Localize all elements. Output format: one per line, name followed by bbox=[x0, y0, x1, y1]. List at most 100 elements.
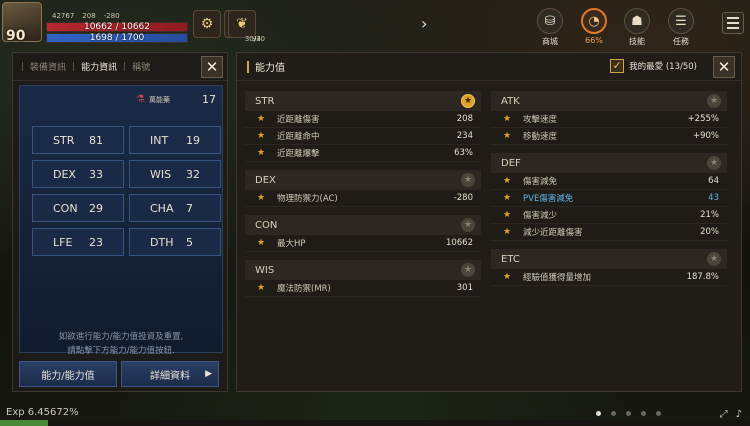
gear-icon[interactable]: ⚙ bbox=[193, 10, 221, 38]
elixir-count: 17 bbox=[202, 93, 216, 106]
player-level: 90 bbox=[6, 28, 26, 44]
tab-title[interactable]: 稱號 bbox=[132, 60, 150, 73]
stat-row-value: 301 bbox=[456, 283, 473, 293]
star-icon[interactable]: ★ bbox=[707, 156, 721, 170]
star-icon[interactable]: ★ bbox=[461, 218, 475, 232]
item-slot-count: 30/30 bbox=[244, 35, 265, 43]
page-dot[interactable] bbox=[641, 411, 646, 416]
page-dot[interactable] bbox=[626, 411, 631, 416]
stat-row[interactable]: ★ 傷害減免 64 bbox=[491, 173, 727, 190]
star-icon[interactable]: ★ bbox=[707, 94, 721, 108]
stat-group-dex: DEX ★ ★ 物理防禦力(AC) -280 bbox=[245, 170, 481, 207]
tab-ability[interactable]: 能力資訊 bbox=[81, 60, 117, 73]
stat-str: STR 81 bbox=[32, 126, 124, 154]
stat-row-label: 攻擊速度 bbox=[523, 115, 558, 125]
stat-row-label: 近距離爆擊 bbox=[277, 149, 320, 159]
stat-row-label: 傷害減免 bbox=[523, 177, 558, 187]
favorites-toggle[interactable]: ✓ 我的最愛 (13/50) bbox=[610, 59, 697, 73]
page-dot-active[interactable] bbox=[596, 411, 601, 416]
favorite-star-icon[interactable]: ★ bbox=[257, 148, 277, 158]
sound-icon[interactable]: ♪ bbox=[736, 409, 742, 420]
favorite-star-icon[interactable]: ★ bbox=[257, 238, 277, 248]
stat-group-wis: WIS ★ ★ 魔法防禦(MR) 301 bbox=[245, 260, 481, 297]
stat-row[interactable]: ★ 移動速度 +90% bbox=[491, 128, 727, 145]
play-arrow-icon: ▶ bbox=[205, 369, 212, 379]
favorite-star-icon[interactable]: ★ bbox=[503, 193, 523, 203]
favorite-star-icon[interactable]: ★ bbox=[503, 176, 523, 186]
favorite-star-icon[interactable]: ★ bbox=[503, 227, 523, 237]
item-slot[interactable]: ❦ 30/30 bbox=[228, 10, 265, 43]
menu-quest[interactable]: ☰ 任務 bbox=[661, 8, 701, 47]
ability-column-right: ATK ★ ★ 攻擊速度 +255% ★ 移動速度 +90% DEF ★ ★ 傷害減免 64 ★ PVE傷害… bbox=[491, 91, 727, 294]
menu-shop-label: 商城 bbox=[542, 37, 558, 46]
stat-row[interactable]: ★ 減少近距離傷害 20% bbox=[491, 224, 727, 241]
stat-group-atk: ATK ★ ★ 攻擊速度 +255% ★ 移動速度 +90% bbox=[491, 91, 727, 145]
stat-row[interactable]: ★ 近距離命中 234 bbox=[245, 128, 481, 145]
stat-group-header: ETC ★ bbox=[491, 249, 727, 269]
close-right-panel-button[interactable]: ✕ bbox=[713, 56, 735, 78]
ability-button[interactable]: 能力/能力值 bbox=[19, 361, 117, 387]
stat-group-name: ETC bbox=[501, 253, 520, 265]
skill-icon: ☗ bbox=[624, 8, 650, 34]
stat-row[interactable]: ★ 經驗值獲得量增加 187.8% bbox=[491, 269, 727, 286]
star-icon[interactable]: ★ bbox=[461, 263, 475, 277]
stat-int: INT 19 bbox=[129, 126, 221, 154]
quest-scroll-icon: ☰ bbox=[668, 8, 694, 34]
hud-stat-a: 42767 bbox=[52, 12, 75, 20]
stat-group-name: DEX bbox=[255, 174, 276, 186]
favorite-star-icon[interactable]: ★ bbox=[503, 131, 523, 141]
close-left-panel-button[interactable]: ✕ bbox=[201, 56, 223, 78]
favorite-star-icon[interactable]: ★ bbox=[257, 193, 277, 203]
tab-equipment[interactable]: 裝備資訊 bbox=[30, 60, 66, 73]
favorite-star-icon[interactable]: ★ bbox=[503, 210, 523, 220]
hp-text: 10662 / 10662 bbox=[83, 22, 150, 32]
stat-row-value: +255% bbox=[687, 114, 719, 124]
stat-row-value: 10662 bbox=[445, 238, 473, 248]
favorite-star-icon[interactable]: ★ bbox=[257, 131, 277, 141]
hud-stats: 42767 208 -280 bbox=[52, 12, 120, 20]
stat-row[interactable]: ★ 最大HP 10662 bbox=[245, 235, 481, 252]
stat-row-label: 魔法防禦(MR) bbox=[277, 284, 331, 294]
menu-quest-label: 任務 bbox=[673, 37, 689, 46]
stat-row[interactable]: ★ 傷害減少 21% bbox=[491, 207, 727, 224]
hamburger-menu-button[interactable] bbox=[722, 12, 744, 34]
stat-row[interactable]: ★ 物理防禦力(AC) -280 bbox=[245, 190, 481, 207]
page-dot[interactable] bbox=[611, 411, 616, 416]
star-icon[interactable]: ★ bbox=[461, 94, 475, 108]
detail-button[interactable]: 詳細資料 ▶ bbox=[121, 361, 219, 387]
menu-shop[interactable]: ⛁ 商城 bbox=[530, 8, 570, 47]
stat-wis: WIS 32 bbox=[129, 160, 221, 188]
stat-row-label: PVE傷害減免 bbox=[523, 194, 574, 204]
stat-row[interactable]: ★ PVE傷害減免 43 bbox=[491, 190, 727, 207]
ability-column-left: STR ★ ★ 近距離傷害 208 ★ 近距離命中 234 ★ 近距離爆擊 63% DEX ★ ★ 物理防禦… bbox=[245, 91, 481, 305]
page-dot[interactable] bbox=[656, 411, 661, 416]
chevron-right-icon[interactable]: › bbox=[421, 14, 427, 33]
ability-values-panel: 能力值 ✓ 我的最愛 (13/50) ✕ STR ★ ★ 近距離傷害 208 ★ 近距離命中… bbox=[236, 52, 742, 392]
checkmark-icon: ✓ bbox=[610, 59, 625, 73]
favorite-star-icon[interactable]: ★ bbox=[257, 283, 277, 293]
favorite-star-icon[interactable]: ★ bbox=[257, 114, 277, 124]
stat-group-etc: ETC ★ ★ 經驗值獲得量增加 187.8% bbox=[491, 249, 727, 286]
stat-grid: STR 81 INT 19 DEX 33 WIS 32 CON 29 CHA 7 LFE 23… bbox=[32, 126, 221, 256]
ability-panel-title: 能力值 bbox=[255, 63, 285, 74]
menu-gauge[interactable]: ◔ 66% bbox=[574, 8, 614, 45]
stat-row-value: 43 bbox=[708, 193, 719, 203]
stat-row[interactable]: ★ 魔法防禦(MR) 301 bbox=[245, 280, 481, 297]
star-icon[interactable]: ★ bbox=[707, 252, 721, 266]
stat-row[interactable]: ★ 近距離傷害 208 bbox=[245, 111, 481, 128]
menu-gauge-label: 66% bbox=[585, 36, 603, 45]
stat-row[interactable]: ★ 攻擊速度 +255% bbox=[491, 111, 727, 128]
menu-skill[interactable]: ☗ 技能 bbox=[617, 8, 657, 47]
favorite-star-icon[interactable]: ★ bbox=[503, 272, 523, 282]
exp-label: Exp 6.45672% bbox=[6, 407, 79, 418]
stat-row[interactable]: ★ 近距離爆擊 63% bbox=[245, 145, 481, 162]
expand-icon[interactable]: ⤢ bbox=[720, 409, 728, 420]
stat-group-header: CON ★ bbox=[245, 215, 481, 235]
star-icon[interactable]: ★ bbox=[461, 173, 475, 187]
favorites-label: 我的最愛 (13/50) bbox=[629, 62, 697, 72]
stat-row-value: 20% bbox=[700, 227, 719, 237]
elixir-counter: ⚗ 萬能藥 17 bbox=[136, 93, 216, 106]
favorite-star-icon[interactable]: ★ bbox=[503, 114, 523, 124]
left-panel-buttons: 能力/能力值 詳細資料 ▶ bbox=[19, 361, 219, 387]
hud-stat-b: 208 bbox=[82, 12, 96, 20]
